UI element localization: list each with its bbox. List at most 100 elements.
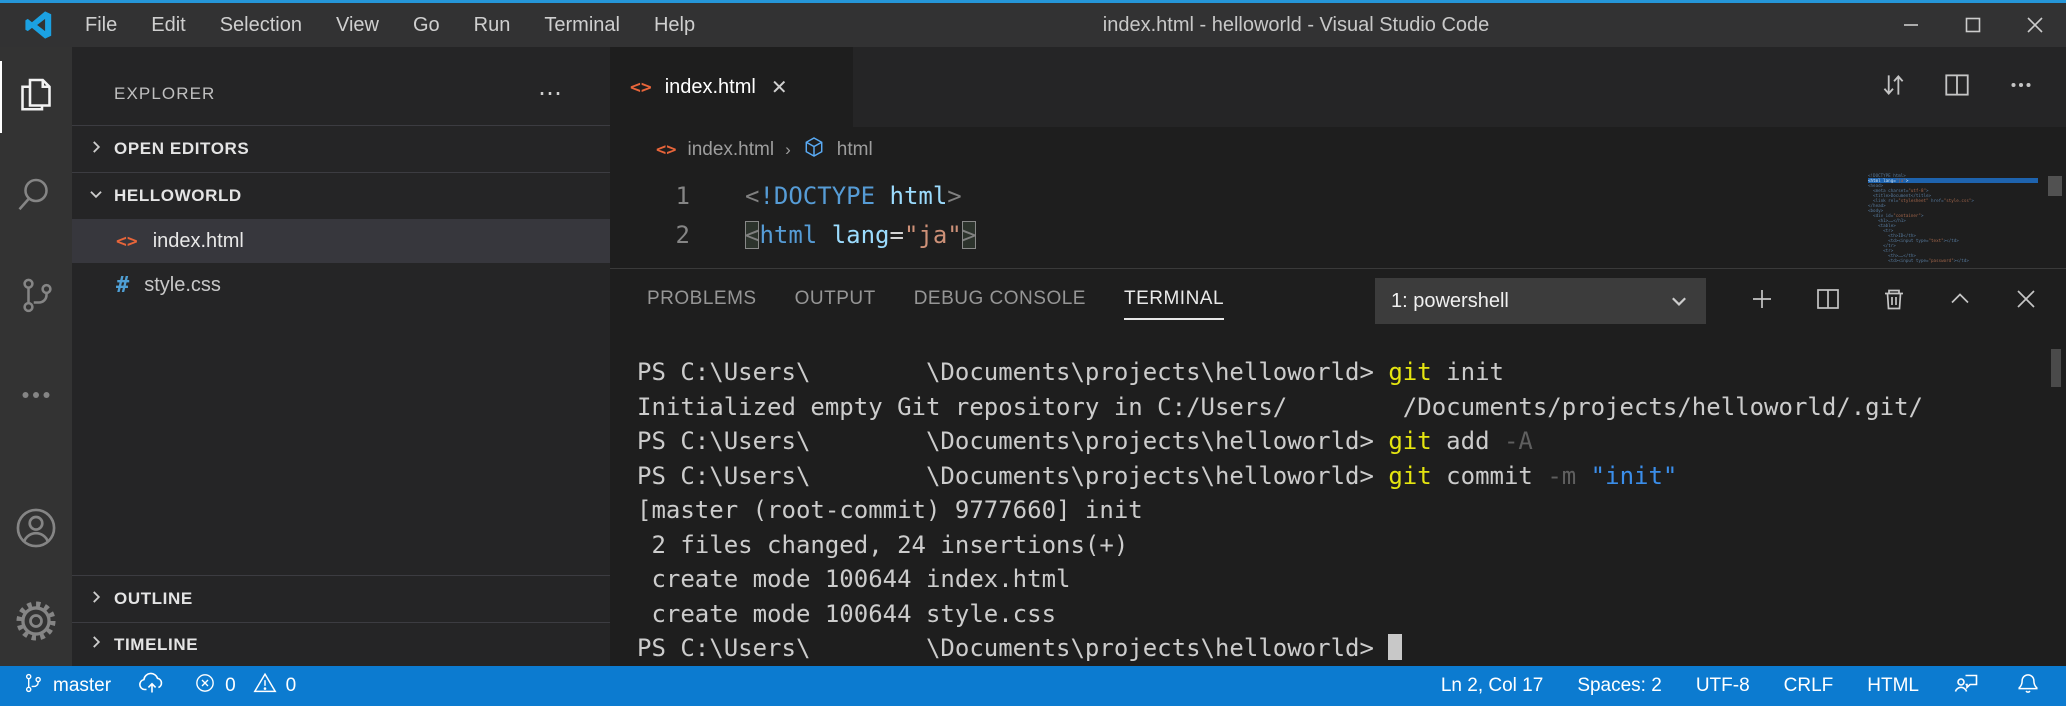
section-label: TIMELINE — [114, 635, 198, 655]
terminal-text: [master (root-commit) 9777660] init — [637, 496, 1143, 524]
problems-status[interactable]: 0 0 — [180, 666, 309, 706]
panel-tab-terminal[interactable]: TERMINAL — [1124, 282, 1224, 320]
menu-help[interactable]: Help — [637, 14, 712, 37]
close-panel-icon[interactable] — [2012, 285, 2040, 318]
terminal-text: Initialized empty Git repository in C:/U… — [637, 393, 1923, 421]
code-token: > — [947, 182, 961, 210]
more-icon — [15, 373, 57, 422]
chevron-down-icon — [87, 185, 105, 208]
split-editor-icon[interactable] — [1942, 69, 1972, 106]
terminal-scrollbar[interactable] — [2051, 349, 2061, 387]
git-branch-status[interactable]: master — [8, 666, 124, 706]
window-title: index.html - helloworld - Visual Studio … — [712, 14, 1880, 37]
sidebar-bottom-sections: OUTLINE TIMELINE — [72, 575, 610, 666]
panel-tab-debug-console[interactable]: DEBUG CONSOLE — [914, 282, 1086, 320]
terminal-text: 2 files changed, 24 insertions(+) — [637, 531, 1128, 559]
menu-edit[interactable]: Edit — [134, 14, 202, 37]
breadcrumb: <> index.html › html — [610, 127, 2066, 173]
menubar: FileEditSelectionViewGoRunTerminalHelp — [68, 14, 712, 37]
bell-icon — [2015, 670, 2041, 702]
tab-index-html[interactable]: <> index.html ✕ — [610, 47, 853, 127]
section-timeline[interactable]: TIMELINE — [72, 622, 610, 666]
terminal-text: create mode 100644 index.html — [637, 565, 1070, 593]
panel-actions: 1: powershell — [1375, 278, 2066, 324]
terminal-text: PS C:\Users\ \Documents\projects\hellowo… — [637, 358, 1388, 386]
terminal-text: git — [1388, 358, 1431, 386]
source-control-icon — [15, 273, 57, 322]
menu-terminal[interactable]: Terminal — [527, 14, 637, 37]
eol-status[interactable]: CRLF — [1767, 666, 1851, 706]
section-label: OUTLINE — [114, 589, 193, 609]
explorer-actions-icon[interactable]: ⋯ — [538, 89, 564, 99]
terminal-text: "init" — [1591, 462, 1678, 490]
terminal-line: PS C:\Users\ \Documents\projects\hellowo… — [637, 355, 2066, 390]
git-branch-icon — [21, 670, 45, 702]
terminal-line: PS C:\Users\ \Documents\projects\hellowo… — [637, 459, 2066, 494]
panel: PROBLEMS OUTPUT DEBUG CONSOLE TERMINAL 1: p… — [610, 268, 2066, 666]
vscode-window: FileEditSelectionViewGoRunTerminalHelp i… — [0, 0, 2066, 706]
section-folder-helloworld[interactable]: HELLOWORLD — [72, 172, 610, 219]
kill-terminal-trash-icon[interactable] — [1880, 285, 1908, 318]
more-actions-icon[interactable] — [2006, 69, 2036, 106]
indentation-status[interactable]: Spaces: 2 — [1560, 666, 1679, 706]
section-outline[interactable]: OUTLINE — [72, 575, 610, 622]
encoding-status[interactable]: UTF-8 — [1679, 666, 1767, 706]
code-token: lang — [832, 221, 890, 249]
shell-select-value: 1: powershell — [1391, 290, 1509, 313]
activity-more-button[interactable] — [0, 347, 72, 447]
sidebar-title: EXPLORER — [114, 84, 215, 104]
code-token: html — [759, 221, 817, 249]
minimap-line: <td><input type="password"></td> — [1868, 258, 2038, 263]
code-token: > — [962, 221, 976, 249]
menu-selection[interactable]: Selection — [203, 14, 319, 37]
activity-explorer-button[interactable] — [0, 47, 72, 147]
publish-changes-status[interactable] — [124, 666, 180, 706]
close-window-button[interactable] — [2004, 3, 2066, 47]
accounts-icon — [14, 506, 58, 555]
window-controls — [1880, 3, 2066, 47]
code-editor[interactable]: 1<!DOCTYPE html>2<html lang="ja"> <!DOCT… — [610, 173, 2066, 268]
section-open-editors[interactable]: OPEN EDITORS — [72, 125, 610, 172]
feedback-status[interactable] — [1936, 666, 1998, 706]
menu-run[interactable]: Run — [457, 14, 528, 37]
file-row-style.css[interactable]: #style.css — [72, 263, 610, 307]
activity-search-button[interactable] — [0, 147, 72, 247]
terminal-text: git — [1388, 427, 1431, 455]
maximize-panel-icon[interactable] — [1946, 285, 1974, 318]
new-terminal-icon[interactable] — [1748, 285, 1776, 318]
terminal-output[interactable]: PS C:\Users\ \Documents\projects\hellowo… — [610, 333, 2066, 666]
terminal-cursor — [1388, 634, 1402, 660]
activity-settings-button[interactable] — [0, 580, 72, 666]
feedback-icon — [1953, 670, 1981, 702]
menu-file[interactable]: File — [68, 14, 134, 37]
panel-tab-output[interactable]: OUTPUT — [795, 282, 876, 320]
code-line: 1<!DOCTYPE html> — [610, 177, 2066, 216]
file-tree: <>index.html#style.css — [72, 219, 610, 307]
terminal-line: PS C:\Users\ \Documents\projects\hellowo… — [637, 424, 2066, 459]
indent-value: Spaces: 2 — [1577, 675, 1662, 697]
activity-accounts-button[interactable] — [0, 480, 72, 580]
file-row-index.html[interactable]: <>index.html — [72, 219, 610, 263]
terminal-shell-select[interactable]: 1: powershell — [1375, 278, 1706, 324]
close-tab-icon[interactable]: ✕ — [771, 75, 788, 100]
breadcrumb-file[interactable]: index.html — [687, 139, 774, 161]
minimap[interactable]: <!DOCTYPE html><html lang="ja"><head> <m… — [1868, 173, 2038, 263]
panel-tab-problems[interactable]: PROBLEMS — [647, 282, 757, 320]
breadcrumb-symbol[interactable]: html — [837, 139, 873, 161]
menu-go[interactable]: Go — [396, 14, 457, 37]
css-file-icon: # — [116, 273, 129, 298]
language-mode-status[interactable]: HTML — [1850, 666, 1936, 706]
activity-source-control-button[interactable] — [0, 247, 72, 347]
minimize-button[interactable] — [1880, 3, 1942, 47]
open-changes-icon[interactable] — [1878, 69, 1908, 106]
editor-scrollbar[interactable] — [2048, 176, 2062, 196]
cursor-position-status[interactable]: Ln 2, Col 17 — [1424, 666, 1560, 706]
tab-bar: <> index.html ✕ — [610, 47, 2066, 127]
titlebar: FileEditSelectionViewGoRunTerminalHelp i… — [0, 3, 2066, 47]
menu-view[interactable]: View — [319, 14, 396, 37]
split-terminal-icon[interactable] — [1814, 285, 1842, 318]
breadcrumb-separator-icon: › — [785, 140, 791, 160]
notifications-status[interactable] — [1998, 666, 2058, 706]
maximize-button[interactable] — [1942, 3, 2004, 47]
terminal-text: PS C:\Users\ \Documents\projects\hellowo… — [637, 634, 1388, 662]
